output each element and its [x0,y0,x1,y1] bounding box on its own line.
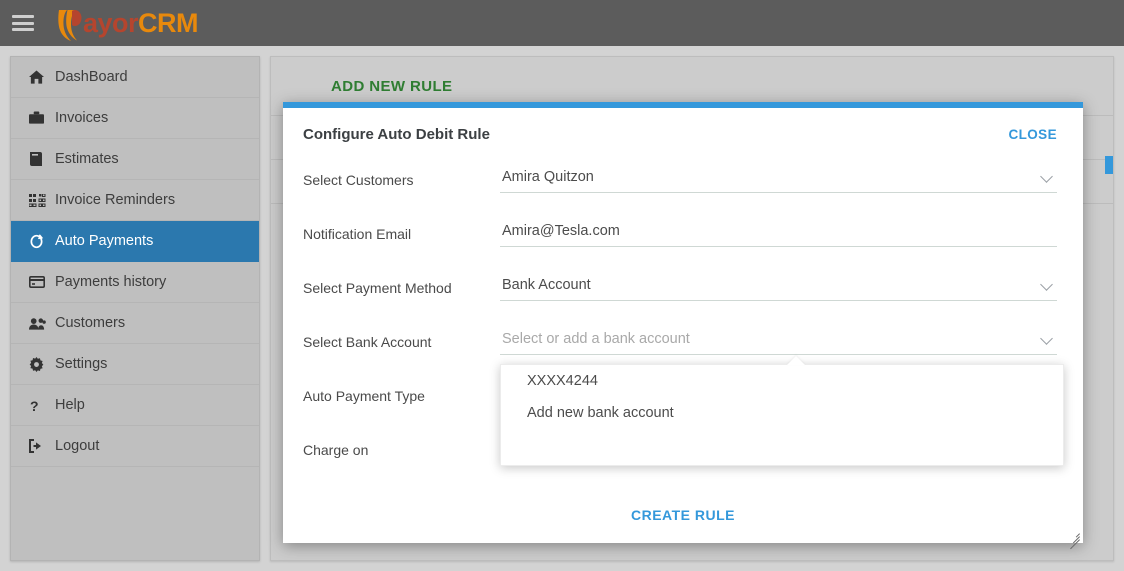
select-select-bank-account[interactable]: Select or add a bank account [500,325,1057,355]
sidebar-item-label: Logout [55,438,100,454]
hamburger-icon[interactable] [12,15,34,31]
field-label: Select Customers [303,172,414,188]
field-value: Bank Account [502,277,591,293]
sidebar-item-label: Estimates [55,151,119,167]
sidebar-item-label: Payments history [55,274,167,290]
sidebar-item-label: Customers [55,315,126,331]
logo-mark-icon [56,6,82,41]
field-label: Auto Payment Type [303,388,425,404]
sidebar-item-label: Help [55,397,85,413]
refresh-icon [29,234,55,249]
dropdown-option[interactable]: Add new bank account [501,397,1063,429]
sidebar-item-customers[interactable]: Customers [11,303,259,344]
chevron-down-icon[interactable] [1040,278,1053,291]
briefcase-icon [29,111,55,125]
configure-auto-debit-modal: Configure Auto Debit Rule CLOSE Select C… [283,102,1083,550]
sidebar-item-label: DashBoard [55,69,128,85]
book-icon [29,152,55,166]
field-label: Select Bank Account [303,334,432,350]
field-value: Amira@Tesla.com [502,223,620,239]
create-rule-button[interactable]: CREATE RULE [619,501,747,529]
app-logo[interactable]: ayor CRM [56,0,199,46]
chevron-down-icon[interactable] [1040,332,1053,345]
top-bar: ayor CRM [0,0,1124,46]
sidebar-item-label: Settings [55,356,108,372]
svg-text:?: ? [30,398,39,413]
grid-icon [29,193,55,207]
sidebar-item-auto-payments[interactable]: Auto Payments [11,221,259,262]
resize-handle[interactable] [1067,527,1081,550]
field-label: Charge on [303,442,369,458]
modal-actions: CREATE RULE [283,487,1083,529]
field-placeholder: Select or add a bank account [502,331,690,347]
field-value: Amira Quitzon [502,169,594,185]
users-icon [29,317,55,330]
logout-icon [29,439,55,453]
sidebar: DashBoard Invoices Estimates Invoice Remind… [10,56,260,561]
sidebar-item-invoices[interactable]: Invoices [11,98,259,139]
input-notification-email[interactable]: Amira@Tesla.com [500,217,1057,247]
modal-header: Configure Auto Debit Rule CLOSE [283,108,1083,149]
logo-text-ayor: ayor [83,7,139,38]
sidebar-item-label: Auto Payments [55,233,154,249]
home-icon [29,70,55,84]
dropdown-option[interactable]: XXXX4244 [501,365,1063,397]
hamburger-bar [12,15,34,18]
hamburger-bar [12,28,34,31]
sidebar-item-estimates[interactable]: Estimates [11,139,259,180]
scroll-indicator [1105,156,1113,174]
dropdown-arrow-icon [787,356,805,365]
sidebar-item-payments-history[interactable]: Payments history [11,262,259,303]
form-row: Notification Email Amira@Tesla.com [303,217,1057,271]
logo-text-crm: CRM [138,7,199,38]
hamburger-bar [12,21,34,25]
card-icon [29,276,55,288]
sidebar-item-dashboard[interactable]: DashBoard [11,57,259,98]
form-row: Select Customers Amira Quitzon [303,163,1057,217]
chevron-down-icon[interactable] [1040,170,1053,183]
field-label: Select Payment Method [303,280,452,296]
select-select-payment-method[interactable]: Bank Account [500,271,1057,301]
gear-icon [29,356,55,372]
select-select-customers[interactable]: Amira Quitzon [500,163,1057,193]
close-button[interactable]: CLOSE [1008,127,1057,142]
question-icon: ? [29,398,55,413]
form-row: Select Payment Method Bank Account [303,271,1057,325]
sidebar-item-label: Invoice Reminders [55,192,176,208]
page-title: ADD NEW RULE [331,77,453,95]
sidebar-item-settings[interactable]: Settings [11,344,259,385]
field-label: Notification Email [303,226,412,242]
sidebar-item-invoice-reminders[interactable]: Invoice Reminders [11,180,259,221]
sidebar-item-logout[interactable]: Logout [11,426,259,467]
bank-account-dropdown: XXXX4244 Add new bank account [500,356,1064,466]
modal-title: Configure Auto Debit Rule [303,126,490,143]
sidebar-item-label: Invoices [55,110,109,126]
sidebar-item-help[interactable]: ? Help [11,385,259,426]
